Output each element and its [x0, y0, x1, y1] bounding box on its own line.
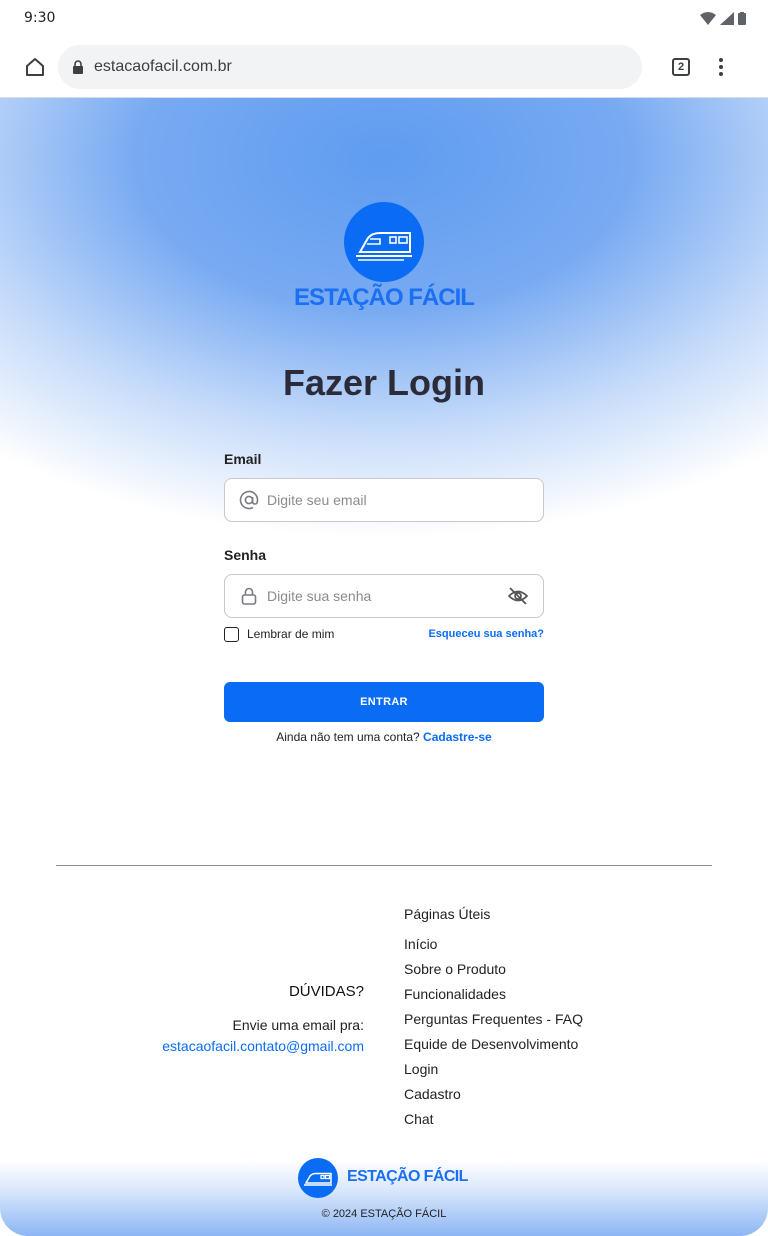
at-sign-icon — [239, 490, 259, 510]
wifi-icon — [700, 11, 716, 25]
email-field[interactable] — [224, 478, 544, 522]
brand-logo — [344, 202, 424, 282]
home-button[interactable] — [20, 52, 50, 82]
tab-switcher-button[interactable]: 2 — [672, 57, 690, 76]
login-button[interactable]: ENTRAR — [224, 682, 544, 722]
copyright-text: © 2024 ESTAÇÃO FÁCIL — [321, 1208, 447, 1220]
battery-icon — [738, 11, 746, 25]
device-frame: 9:30 estacaofacil.com.br 2 ESTAÇÃO FÁCIL… — [0, 0, 768, 1236]
doubts-text: Envie uma email pra: — [232, 1017, 364, 1033]
address-bar[interactable]: estacaofacil.com.br — [58, 44, 642, 89]
signup-row: Ainda não tem uma conta? Cadastre-se — [0, 730, 768, 744]
forgot-password-link[interactable]: Esqueceu sua senha? — [428, 628, 544, 640]
menu-dot — [719, 71, 723, 76]
password-label: Senha — [224, 547, 267, 563]
status-icons — [700, 11, 746, 25]
browser-menu-button[interactable] — [718, 57, 724, 76]
lock-icon — [73, 59, 83, 74]
remember-checkbox[interactable] — [224, 626, 239, 642]
doubts-title: DÚVIDAS? — [288, 983, 364, 1000]
brand-name: ESTAÇÃO FÁCIL — [294, 284, 475, 311]
footer-link-chat[interactable]: Chat — [404, 1111, 583, 1136]
lock-icon — [241, 587, 257, 605]
useful-links-list: Início Sobre o Produto Funcionalidades P… — [404, 936, 583, 1136]
contact-email-link[interactable]: estacaofacil.contato@gmail.com — [162, 1038, 364, 1054]
home-icon — [26, 57, 44, 76]
footer-link-sobre[interactable]: Sobre o Produto — [404, 961, 583, 986]
page-content: ESTAÇÃO FÁCIL Fazer Login Email Senha Le… — [0, 98, 768, 1236]
browser-toolbar: estacaofacil.com.br 2 — [0, 36, 768, 98]
signup-link[interactable]: Cadastre-se — [423, 730, 492, 744]
status-time: 9:30 — [24, 10, 56, 26]
signup-prompt: Ainda não tem uma conta? — [276, 730, 420, 744]
footer-link-faq[interactable]: Perguntas Frequentes - FAQ — [404, 1011, 583, 1036]
footer-brand-name: ESTAÇÃO FÁCIL — [347, 1168, 468, 1185]
email-label: Email — [224, 451, 262, 467]
useful-links-title: Páginas Úteis — [404, 906, 491, 922]
page-title: Fazer Login — [282, 362, 485, 403]
status-bar: 9:30 — [0, 0, 768, 36]
remember-row: Lembrar de mim Esqueceu sua senha? — [224, 625, 544, 643]
password-field[interactable] — [224, 574, 544, 618]
train-icon — [356, 232, 412, 261]
menu-dot — [719, 64, 723, 69]
url-text: estacaofacil.com.br — [94, 57, 232, 75]
footer-link-cadastro[interactable]: Cadastro — [404, 1086, 583, 1111]
footer-link-equipe[interactable]: Equide de Desenvolvimento — [404, 1036, 583, 1061]
footer-link-funcionalidades[interactable]: Funcionalidades — [404, 986, 583, 1011]
footer-link-login[interactable]: Login — [404, 1061, 583, 1086]
signal-icon — [720, 11, 734, 25]
train-icon — [304, 1172, 332, 1186]
email-input[interactable] — [267, 492, 529, 508]
footer-divider — [56, 865, 712, 866]
footer-logo — [298, 1158, 338, 1198]
eye-off-icon[interactable] — [507, 585, 529, 607]
remember-label: Lembrar de mim — [247, 627, 335, 641]
remember-me[interactable]: Lembrar de mim — [224, 626, 335, 642]
footer-link-inicio[interactable]: Início — [404, 936, 583, 961]
password-input[interactable] — [267, 588, 499, 604]
menu-dot — [719, 57, 723, 62]
